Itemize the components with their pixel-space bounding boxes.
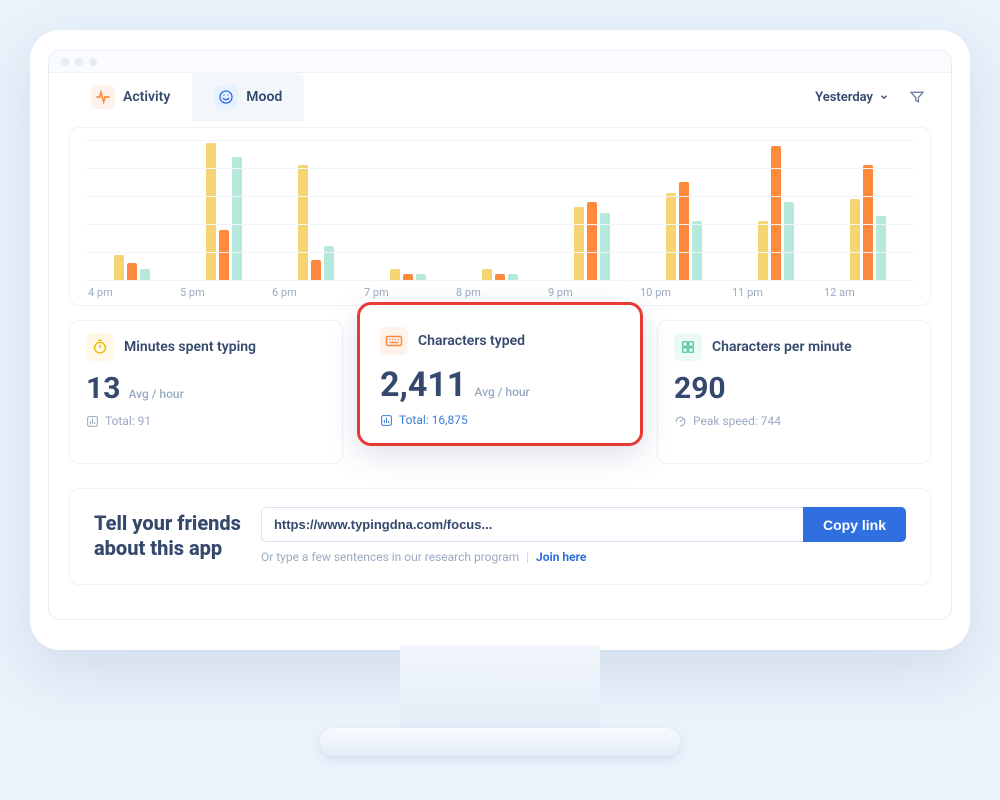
activity-icon: [91, 85, 115, 109]
speed-icon: [674, 333, 702, 361]
monitor-base: [320, 728, 680, 756]
stat-chars-foot: Total: 16,875: [399, 413, 468, 427]
filter-icon: [909, 89, 925, 105]
copy-link-button[interactable]: Copy link: [803, 507, 906, 542]
chart-container: 4 pm5 pm6 pm7 pm8 pm9 pm10 pm11 pm12 am: [69, 127, 931, 306]
stats-row: Minutes spent typing 13 Avg / hour Total…: [69, 320, 931, 464]
x-axis-tick: 4 pm: [86, 286, 178, 299]
stat-minutes-foot: Total: 91: [105, 414, 151, 428]
x-axis-tick: 5 pm: [178, 286, 270, 299]
x-axis-tick: 12 am: [822, 286, 914, 299]
stat-minutes-value: 13: [86, 371, 120, 406]
chart-area: [86, 140, 914, 280]
share-title-line2: about this app: [94, 536, 222, 560]
stat-card-cpm: Characters per minute 290 Peak speed: 74…: [657, 320, 931, 464]
period-label: Yesterday: [815, 90, 873, 105]
keyboard-icon: [380, 327, 408, 355]
mood-icon: [214, 85, 238, 109]
stat-minutes-title: Minutes spent typing: [124, 339, 256, 355]
tab-activity[interactable]: Activity: [69, 73, 192, 121]
share-sub-text: Or type a few sentences in our research …: [261, 550, 519, 564]
stat-cpm-value: 290: [674, 371, 726, 406]
share-subtext: Or type a few sentences in our research …: [261, 550, 906, 564]
stopwatch-icon: [86, 333, 114, 361]
stat-minutes-unit: Avg / hour: [128, 387, 183, 401]
window-dot: [75, 58, 83, 66]
gauge-icon: [674, 415, 687, 428]
share-box: Tell your friends about this app Copy li…: [69, 488, 931, 585]
chart-x-axis: 4 pm5 pm6 pm7 pm8 pm9 pm10 pm11 pm12 am: [86, 286, 914, 299]
tab-mood-label: Mood: [246, 89, 282, 105]
content-area: Activity Mood Yesterday: [49, 73, 951, 619]
filter-button[interactable]: [903, 83, 931, 111]
period-selector[interactable]: Yesterday: [815, 90, 893, 105]
app-window: Activity Mood Yesterday: [48, 50, 952, 620]
window-titlebar: [49, 51, 951, 73]
share-title: Tell your friends about this app: [94, 511, 241, 561]
join-here-link[interactable]: Join here: [536, 550, 586, 564]
monitor-frame: Activity Mood Yesterday: [30, 30, 970, 650]
share-title-line1: Tell your friends: [94, 511, 241, 535]
x-axis-tick: 9 pm: [546, 286, 638, 299]
chevron-down-icon: [879, 92, 889, 102]
stat-chars-unit: Avg / hour: [474, 385, 529, 399]
x-axis-tick: 6 pm: [270, 286, 362, 299]
tab-activity-label: Activity: [123, 89, 170, 105]
chart-gridlines: [86, 140, 914, 280]
x-axis-tick: 10 pm: [638, 286, 730, 299]
window-dot: [89, 58, 97, 66]
share-url-input[interactable]: [261, 507, 803, 542]
tabs-row: Activity Mood Yesterday: [69, 73, 931, 121]
tab-mood[interactable]: Mood: [192, 73, 304, 121]
x-axis-tick: 7 pm: [362, 286, 454, 299]
stat-cpm-foot: Peak speed: 744: [693, 414, 781, 428]
bar-chart-icon: [380, 414, 393, 427]
stat-cpm-title: Characters per minute: [712, 339, 852, 355]
stat-chars-title: Characters typed: [418, 333, 525, 349]
separator: |: [526, 550, 529, 564]
bar-chart-icon: [86, 415, 99, 428]
window-dot: [61, 58, 69, 66]
stat-card-minutes: Minutes spent typing 13 Avg / hour Total…: [69, 320, 343, 464]
x-axis-tick: 11 pm: [730, 286, 822, 299]
monitor-stand: [400, 645, 600, 735]
stat-chars-value: 2,411: [380, 365, 466, 405]
x-axis-tick: 8 pm: [454, 286, 546, 299]
stat-card-characters: Characters typed 2,411 Avg / hour Total:…: [357, 302, 643, 446]
